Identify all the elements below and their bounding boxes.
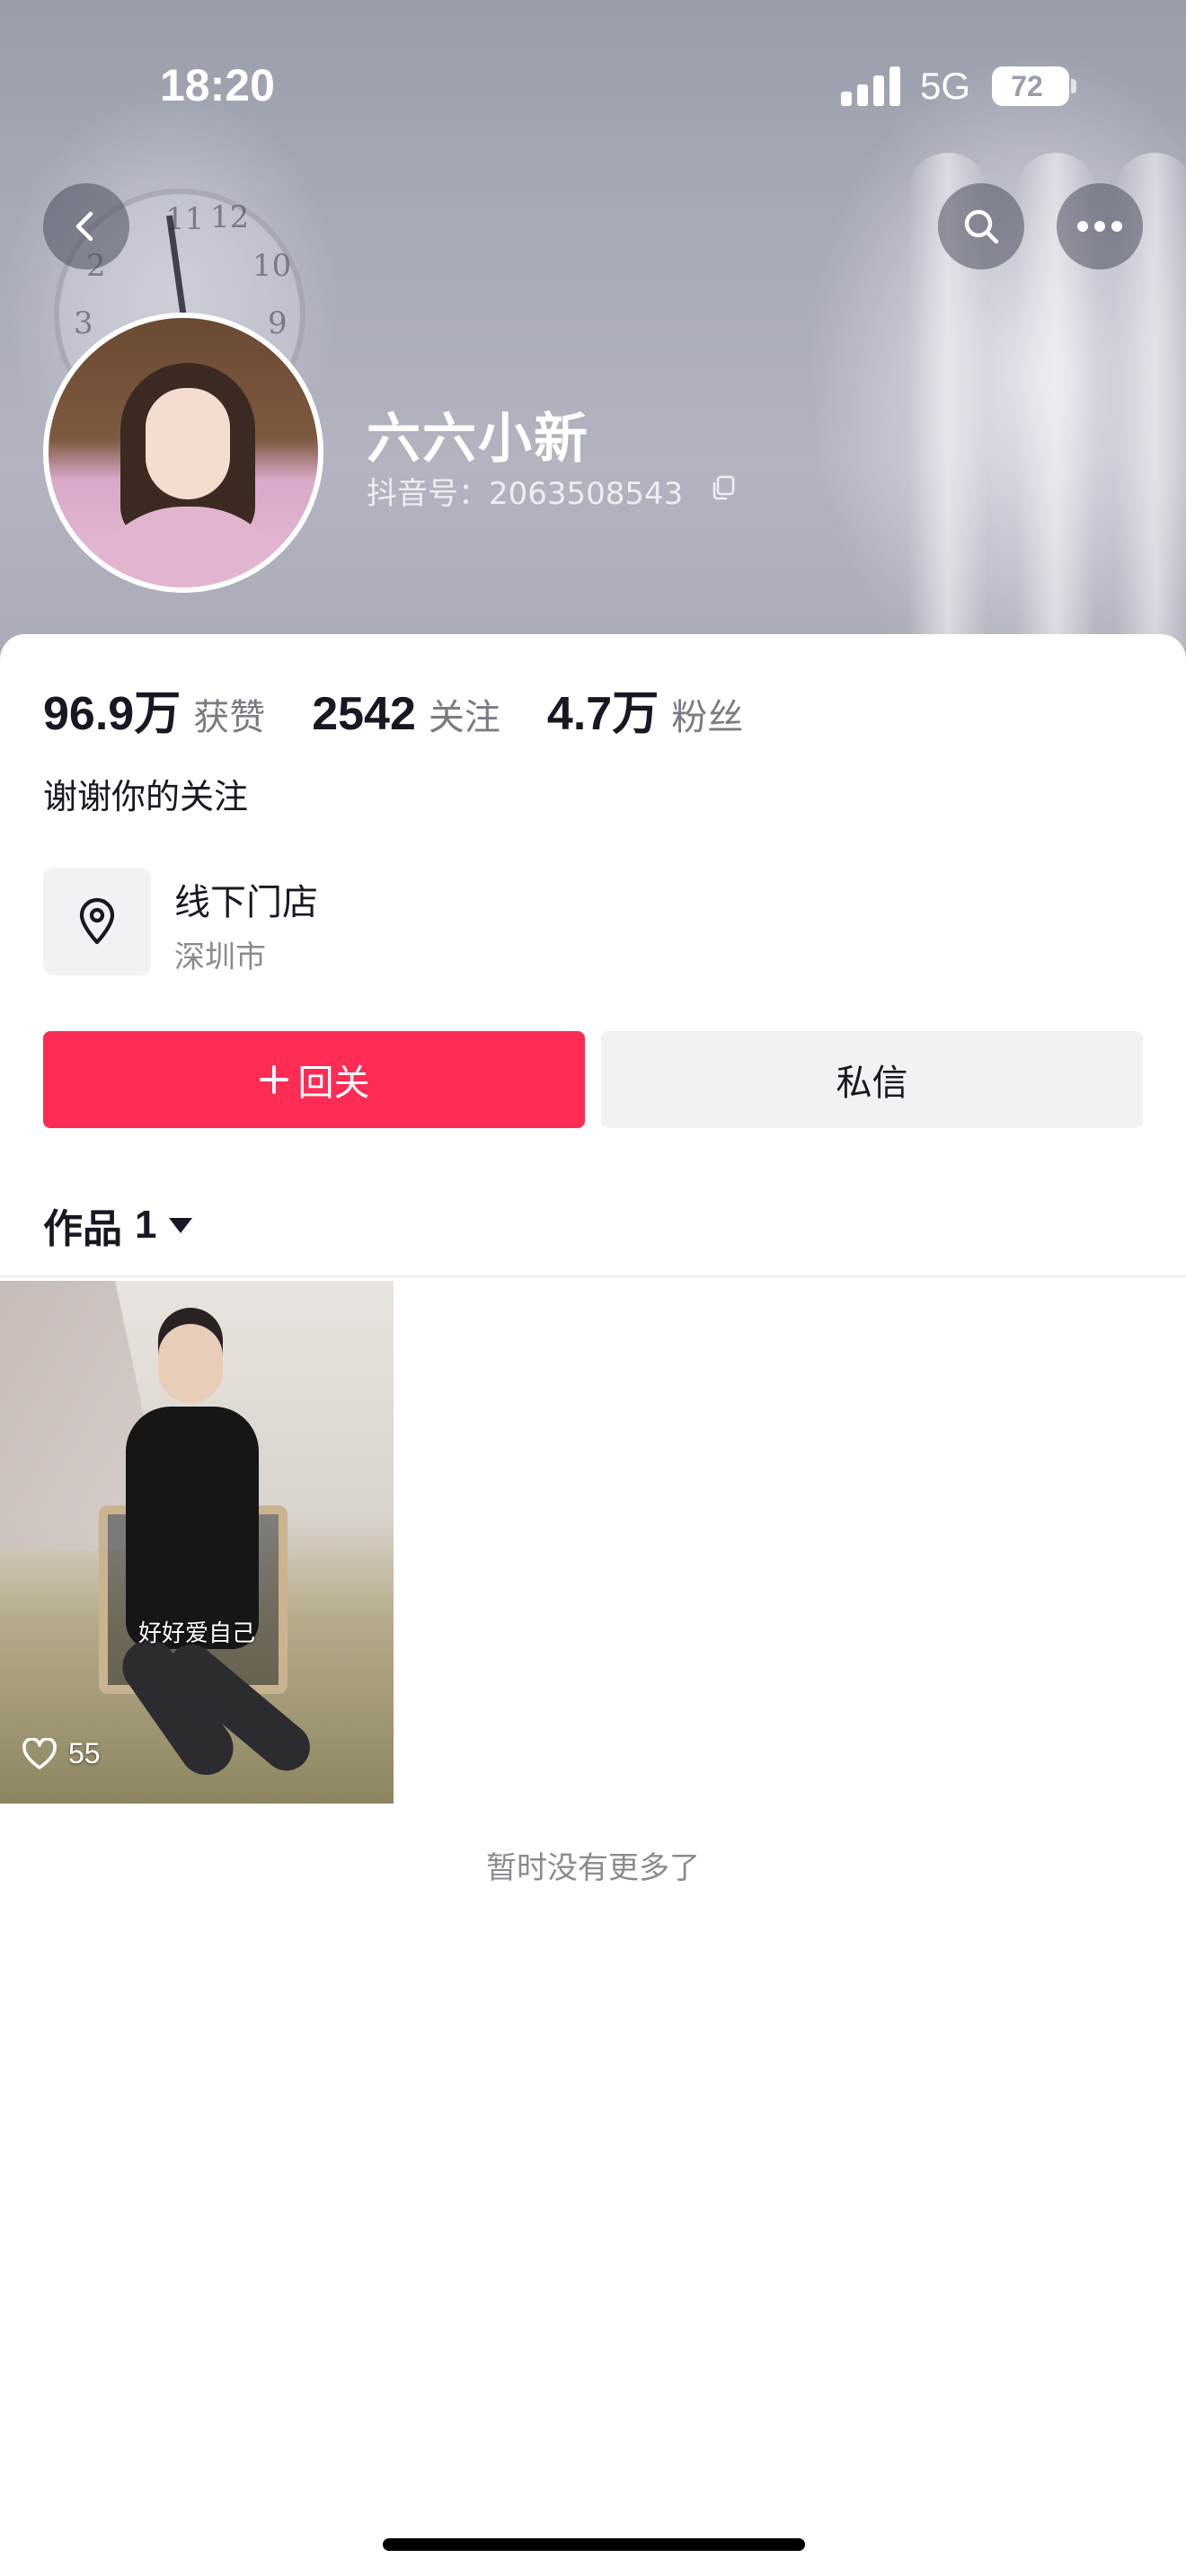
home-indicator[interactable] [383, 2538, 805, 2551]
location-pin-icon [79, 897, 115, 945]
store-title: 线下门店 [174, 882, 318, 923]
profile-stats: 96.9万 获赞 2542 关注 4.7万 粉丝 [43, 675, 790, 741]
avatar[interactable] [43, 313, 323, 593]
following-label[interactable]: 关注 [429, 688, 500, 740]
follow-back-button[interactable]: 回关 [43, 1031, 585, 1128]
network-type: 5G [920, 65, 971, 107]
followers-count[interactable]: 4.7万 [547, 675, 659, 743]
profile-name: 六六小新 [367, 408, 589, 471]
video-likes: 55 [22, 1737, 101, 1770]
chevron-left-icon [75, 211, 93, 242]
copy-icon[interactable] [710, 474, 737, 501]
heart-icon [22, 1737, 57, 1769]
signal-icon [841, 66, 900, 106]
back-button[interactable] [43, 183, 129, 269]
following-count[interactable]: 2542 [312, 687, 416, 741]
video-thumbnail[interactable]: 好好爱自己 55 [0, 1281, 394, 1804]
more-options-button[interactable] [1057, 183, 1143, 269]
battery-nub [1071, 79, 1076, 93]
battery-level: 72 [1011, 70, 1043, 102]
status-time: 18:20 [160, 60, 275, 110]
followers-label[interactable]: 粉丝 [671, 688, 743, 740]
tab-works[interactable]: 作品 1 [43, 1196, 193, 1254]
search-icon [964, 209, 999, 244]
video-likes-count: 55 [68, 1737, 101, 1769]
video-caption: 好好爱自己 [137, 1620, 255, 1647]
message-label: 私信 [836, 1063, 908, 1104]
ellipsis-icon [1077, 221, 1122, 232]
works-count: 1 [135, 1203, 157, 1247]
follow-back-label: 回关 [297, 1063, 370, 1104]
caret-down-icon [169, 1217, 193, 1233]
store-city: 深圳市 [174, 940, 266, 975]
battery-icon: 72 [992, 66, 1069, 106]
likes-count: 96.9万 [43, 688, 181, 740]
search-button[interactable] [938, 183, 1024, 269]
no-more-text: 暂时没有更多了 [486, 1850, 700, 1886]
store-icon-box [43, 868, 151, 975]
profile-bio: 谢谢你的关注 [43, 777, 249, 816]
likes-label: 获赞 [193, 697, 266, 738]
message-button[interactable]: 私信 [601, 1031, 1143, 1128]
plus-icon [259, 1065, 288, 1094]
offline-store-entry[interactable]: 线下门店 深圳市 [43, 868, 672, 979]
tab-divider [0, 1275, 1186, 1277]
works-label: 作品 [43, 1206, 122, 1252]
douyin-id: 抖音号：2063508543 [367, 476, 684, 512]
